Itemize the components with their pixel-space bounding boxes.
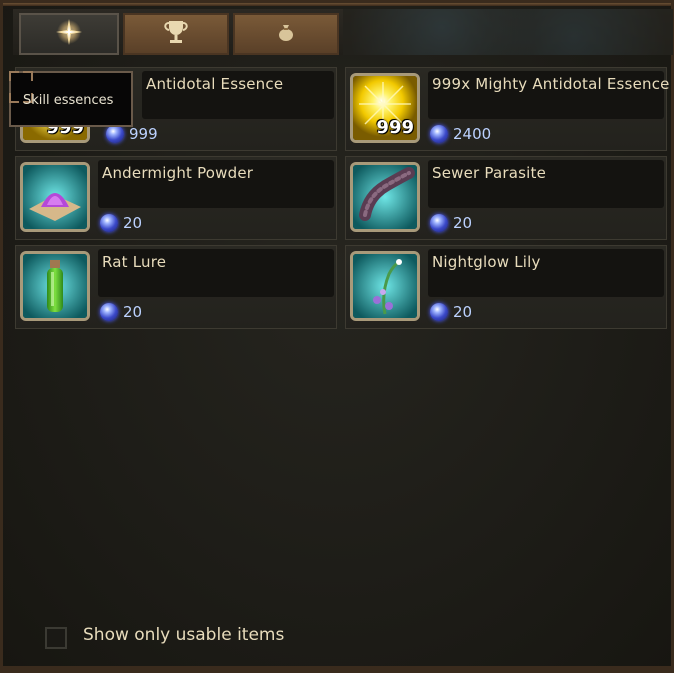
list-item[interactable]: Rat Lure 20	[15, 245, 337, 329]
price-value: 20	[123, 303, 143, 321]
sewer-parasite-icon	[350, 162, 420, 232]
tooltip-corner	[9, 71, 19, 81]
tab-trophies[interactable]	[123, 13, 229, 55]
usable-only-label[interactable]: Show only usable items	[83, 625, 284, 645]
tab-bar-background	[343, 9, 673, 55]
frame-bottom-edge	[3, 666, 671, 670]
sparkle-icon	[54, 17, 84, 51]
item-price: 20	[100, 213, 142, 233]
price-value: 20	[453, 303, 473, 321]
window-frame: 999 Antidotal Essence 999 999 999x Might…	[0, 0, 674, 673]
list-item[interactable]: Andermight Powder 20	[15, 156, 337, 240]
item-name: Andermight Powder	[102, 164, 254, 182]
item-name-box: 999x Mighty Antidotal Essence	[428, 71, 669, 119]
tab-bar	[13, 9, 673, 55]
tooltip-text: Skill essences	[23, 93, 114, 108]
mighty-antidotal-essence-icon: 999	[350, 73, 420, 143]
item-price: 20	[430, 302, 472, 322]
stack-count: 999	[376, 117, 414, 138]
tab-skill-essences[interactable]	[19, 13, 119, 55]
gem-currency-icon	[100, 303, 118, 321]
item-name-box: Antidotal Essence	[142, 71, 334, 119]
gem-currency-icon	[430, 303, 448, 321]
item-name: Sewer Parasite	[432, 164, 546, 182]
tab-loot-bag[interactable]	[233, 13, 339, 55]
gem-currency-icon	[100, 214, 118, 232]
item-price: 20	[100, 302, 142, 322]
money-bag-icon	[275, 21, 297, 47]
list-item[interactable]: Nightglow Lily 20	[345, 245, 667, 329]
item-name: Rat Lure	[102, 253, 167, 271]
andermight-powder-icon	[20, 162, 90, 232]
rat-lure-icon	[20, 251, 90, 321]
item-price: 2400	[430, 124, 491, 144]
gem-currency-icon	[430, 214, 448, 232]
tab-tooltip: Skill essences	[9, 71, 133, 127]
item-name-box: Andermight Powder	[98, 160, 334, 208]
price-value: 20	[123, 214, 143, 232]
item-name: Nightglow Lily	[432, 253, 541, 271]
gem-currency-icon	[106, 125, 124, 143]
price-value: 20	[453, 214, 473, 232]
tooltip-corner	[9, 93, 19, 103]
nightglow-lily-icon	[350, 251, 420, 321]
trophy-icon	[161, 17, 191, 51]
price-value: 2400	[453, 125, 492, 143]
item-name-box: Nightglow Lily	[428, 249, 664, 297]
usable-only-checkbox[interactable]	[45, 627, 67, 649]
item-price: 999	[106, 124, 158, 144]
item-name-box: Rat Lure	[98, 249, 334, 297]
item-price: 20	[430, 213, 472, 233]
list-item[interactable]: Sewer Parasite 20	[345, 156, 667, 240]
price-value: 999	[129, 125, 158, 143]
item-name-box: Sewer Parasite	[428, 160, 664, 208]
gem-currency-icon	[430, 125, 448, 143]
item-name: 999x Mighty Antidotal Essence	[432, 75, 670, 93]
tooltip-corner	[23, 71, 33, 81]
list-item[interactable]: 999 999x Mighty Antidotal Essence 2400	[345, 67, 669, 151]
item-name: Antidotal Essence	[146, 75, 284, 93]
